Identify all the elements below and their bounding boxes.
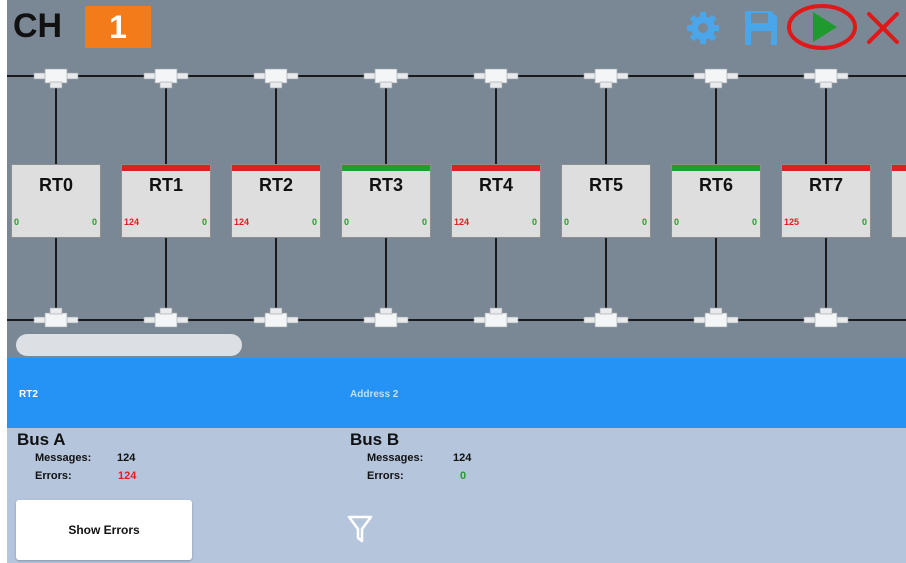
play-icon[interactable] [785,2,859,52]
rt-left-count: 125 [784,217,800,227]
horizontal-scrollbar[interactable] [16,334,242,356]
channel-number-badge[interactable]: 1 [85,6,151,48]
rt-left-count: 0 [14,217,20,227]
rt-status-stripe [452,165,540,171]
bus-b-title: Bus B [350,430,400,449]
rt-status-stripe [892,165,906,171]
selected-rt-address: Address 2 [350,389,399,400]
rt-right-count: 0 [421,217,427,227]
rt-name: RT7 [808,175,843,195]
rt-card-rt1[interactable]: RT1 124 0 [121,164,211,238]
filter-icon[interactable] [347,514,373,544]
bus-a-errors-value: 124 [118,470,137,482]
rt-card-rt4[interactable]: RT4 124 0 [451,164,541,238]
rt-card-rt7[interactable]: RT7 125 0 [781,164,871,238]
bus-b-messages-value: 124 [453,452,472,464]
rt-name: RT3 [368,175,403,195]
rt-left-count: 0 [674,217,680,227]
bus-a-title: Bus A [17,430,66,449]
bus-b-errors-value: 0 [460,470,467,482]
rt-right-count: 0 [531,217,537,227]
rt-right-count: 0 [201,217,207,227]
rt-name: RT1 [148,175,183,195]
rt-right-count: 0 [91,217,97,227]
bus-topology-area: RT0 0 0 RT1 124 0 RT2 124 0 RT3 0 0 RT4 124 0 RT5 0 0 RT6 0… [7,58,906,358]
rt-card-rt5[interactable]: RT5 0 0 [561,164,651,238]
close-icon[interactable] [863,8,903,48]
rt-card-rt2[interactable]: RT2 124 0 [231,164,321,238]
rt-name: RT6 [698,175,733,195]
rt-status-stripe [122,165,210,171]
rt-left-count: 124 [454,217,470,227]
show-errors-button[interactable]: Show Errors [16,500,192,560]
rt-left-count: 0 [344,217,350,227]
selected-rt-name: RT2 [19,389,38,400]
rt-card-rt3[interactable]: RT3 0 0 [341,164,431,238]
bus-a-messages-value: 124 [117,452,136,464]
rt-name: RT4 [478,175,513,195]
channel-label: CH [13,7,63,45]
save-icon[interactable] [742,8,780,48]
rt-right-count: 0 [641,217,647,227]
rt-card-rt6[interactable]: RT6 0 0 [671,164,761,238]
bus-b-errors-label: Errors: [367,470,404,482]
bus-a-errors-label: Errors: [35,470,72,482]
gear-icon[interactable] [683,8,723,48]
selected-rt-bar[interactable]: RT2 Address 2 [7,358,906,428]
top-toolbar: CH 1 [7,0,906,58]
rt-card-rt0[interactable]: RT0 0 0 [11,164,101,238]
rt-status-stripe [232,165,320,171]
app-window: CH 1 RT0 0 0 RT1 124 0 RT2 124 0 RT3 0 0… [7,0,906,563]
bus-a-messages-label: Messages: [35,452,92,464]
rt-name: RT5 [588,175,623,195]
rt-right-count: 0 [311,217,317,227]
bus-details-panel: Bus A Messages: 124 Errors: 124 Bus B Me… [7,428,906,563]
rt-status-stripe [672,165,760,171]
bus-b-messages-label: Messages: [367,452,424,464]
rt-left-count: 124 [124,217,140,227]
rt-left-count: 0 [564,217,570,227]
rt-left-count: 124 [234,217,250,227]
rt-name: RT0 [38,175,73,195]
rt-right-count: 0 [861,217,867,227]
rt-right-count: 0 [751,217,757,227]
rt-name: RT2 [258,175,293,195]
rt-status-stripe [782,165,870,171]
rt-card-partial[interactable] [891,164,906,238]
rt-status-stripe [342,165,430,171]
